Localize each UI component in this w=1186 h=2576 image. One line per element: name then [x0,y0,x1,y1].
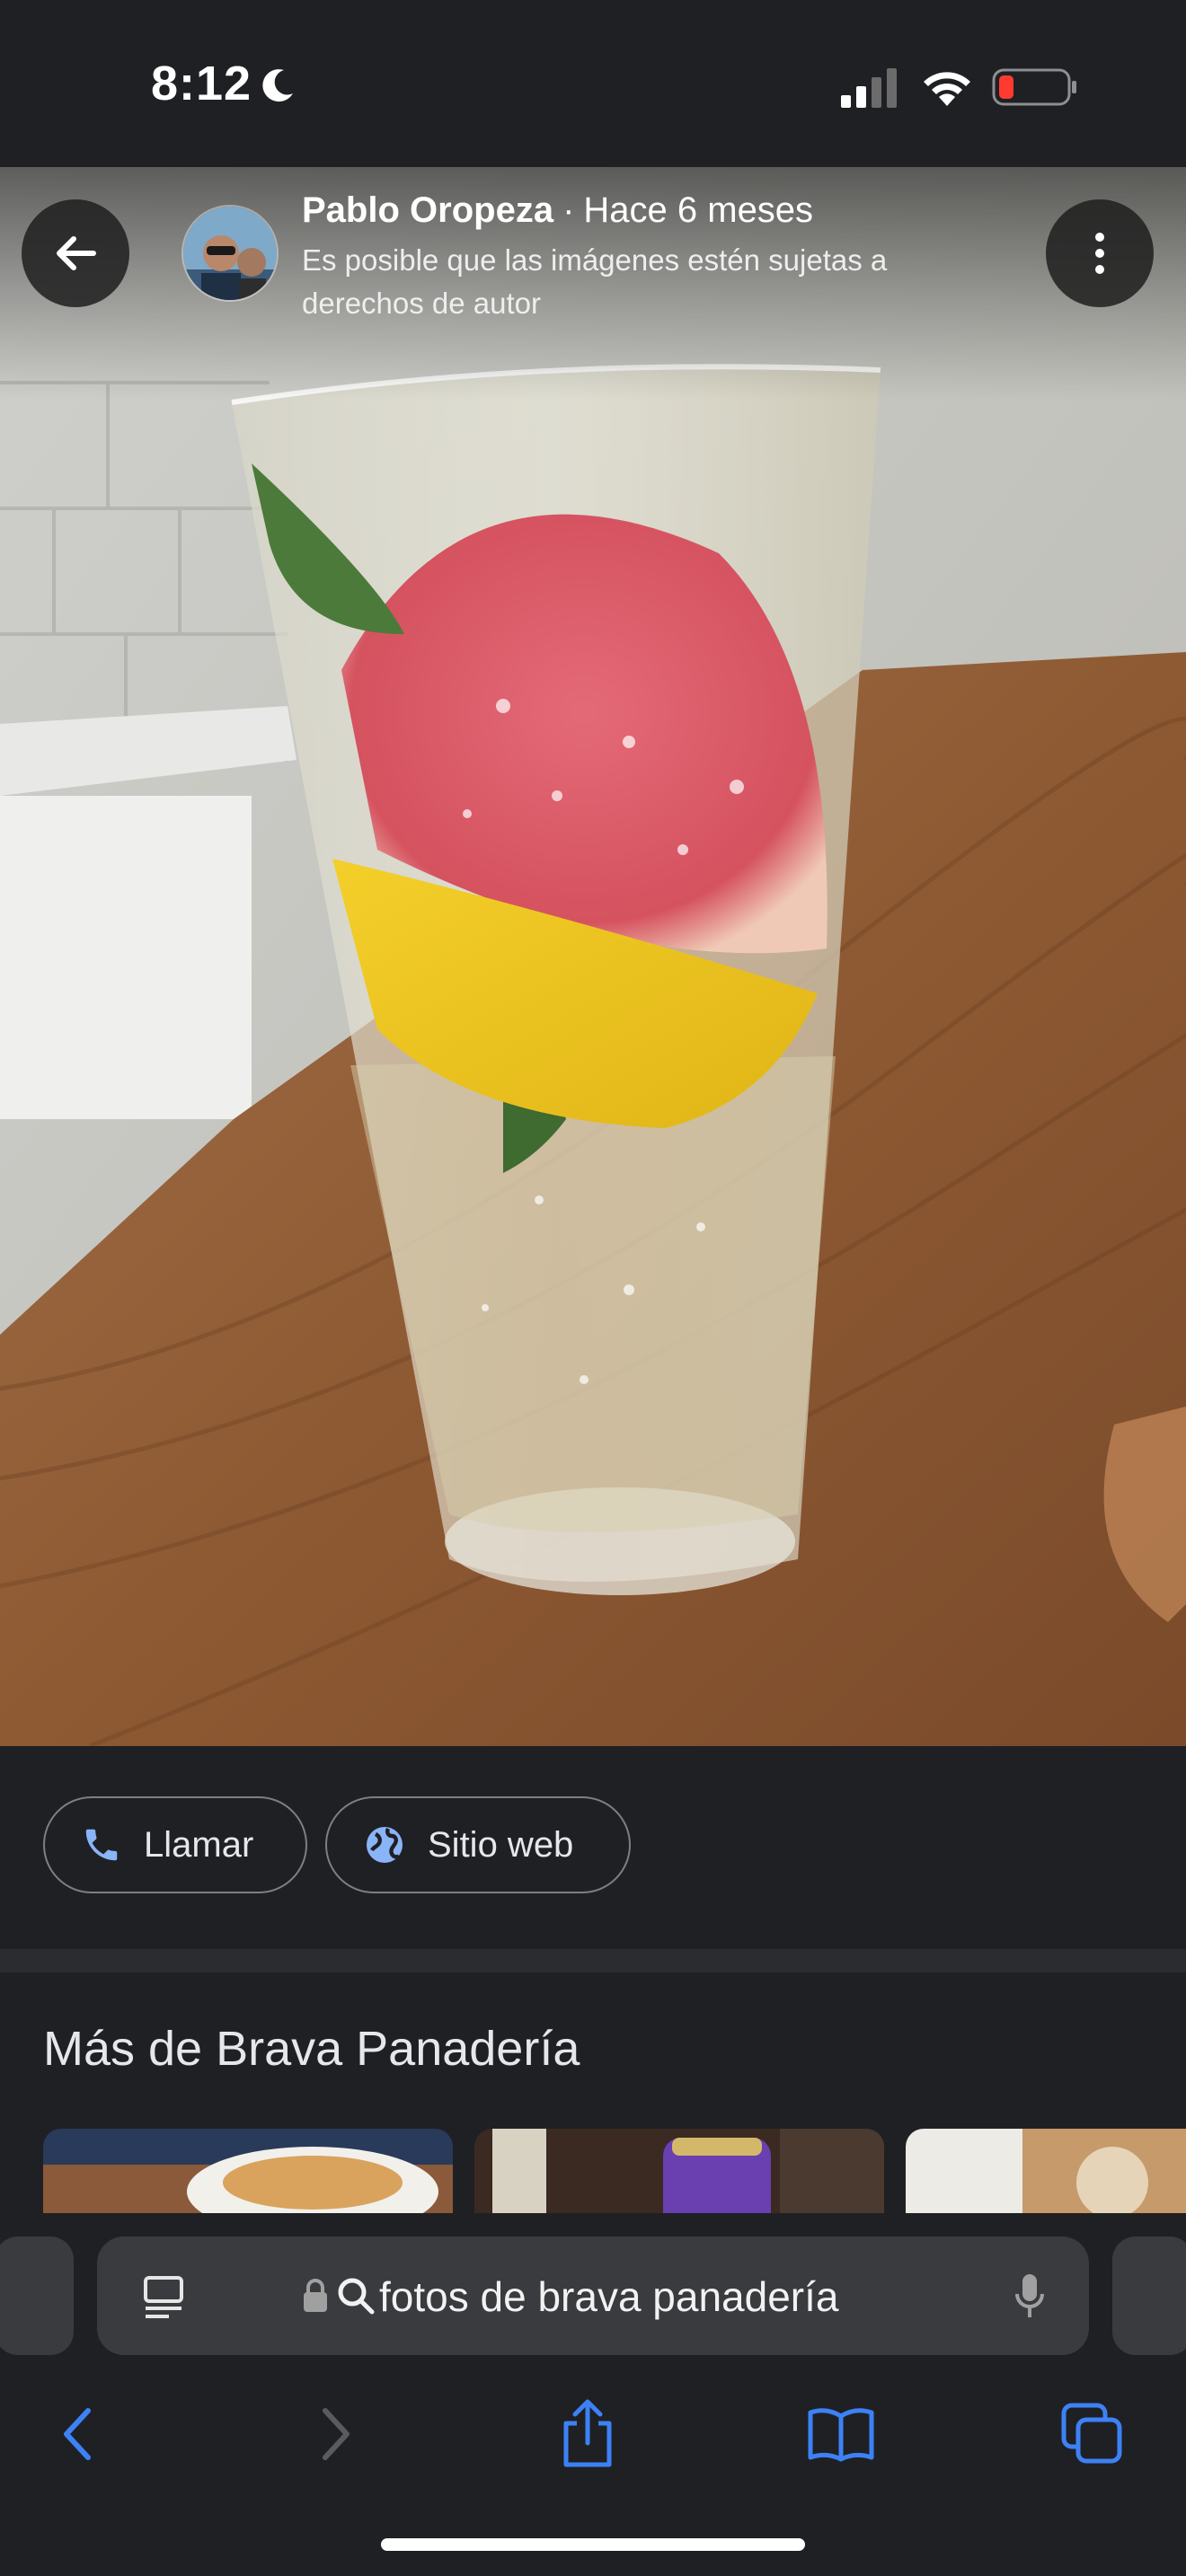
action-chips: Llamar Sitio web [0,1746,1186,1949]
browser-toolbar: fotos de brava panadería [0,2213,1186,2576]
home-indicator [381,2538,805,2551]
microphone-icon[interactable] [1013,2272,1046,2321]
thumbnail-image [906,2129,1186,2213]
status-bar: 8:12 [0,0,1186,167]
chevron-left-icon [64,2408,91,2460]
moon-icon [262,69,293,102]
back-button[interactable] [22,199,129,307]
tabs-button[interactable] [1057,2380,1128,2488]
thumbnail-image [43,2129,453,2213]
drink-photo [0,167,1186,1746]
share-button[interactable] [552,2380,624,2488]
copyright-notice: Es posible que las imágenes estén sujeta… [302,243,888,320]
arrow-left-icon [57,236,96,270]
website-button[interactable]: Sitio web [325,1796,631,1893]
time-ago: Hace 6 meses [583,190,814,230]
url-text: fotos de brava panadería [379,2273,839,2320]
thumbnail-image [474,2129,884,2213]
section-divider [0,1949,1186,1972]
author-line: Pablo Oropeza · Hace 6 meses [302,190,813,231]
cellular-signal-icon [841,68,897,108]
call-label: Llamar [144,1824,254,1865]
author-avatar[interactable] [181,205,279,302]
globe-icon [367,1827,403,1863]
previous-tab-preview[interactable] [0,2236,74,2355]
chevron-right-icon [323,2408,350,2460]
tabs-icon [1061,2403,1122,2464]
wifi-icon [924,72,970,106]
photo-viewer[interactable] [0,167,1186,1746]
lock-icon [304,2279,327,2312]
phone-icon [85,1829,118,1861]
photo-thumbnail[interactable] [906,2129,1186,2213]
search-icon [338,2278,375,2315]
more-vertical-icon [1095,233,1104,274]
call-button[interactable]: Llamar [43,1796,307,1893]
website-label: Sitio web [428,1824,574,1865]
more-photos-section: Más de Brava Panadería [0,1972,1186,2213]
photo-thumbnail[interactable] [43,2129,453,2213]
navigation-bar [0,2380,1186,2488]
avatar-image [183,207,277,300]
share-icon [563,2399,612,2467]
reader-mode-icon[interactable] [142,2274,185,2321]
battery-icon [992,68,1076,106]
status-time: 8:12 [151,57,252,110]
forward-nav-button[interactable] [300,2380,372,2488]
author-name[interactable]: Pablo Oropeza [302,190,553,230]
more-options-button[interactable] [1046,199,1154,307]
address-bar[interactable]: fotos de brava panadería [97,2236,1089,2355]
separator-dot: · [562,190,575,230]
book-icon [808,2408,874,2462]
bookmarks-button[interactable] [805,2380,877,2488]
back-nav-button[interactable] [41,2380,113,2488]
next-tab-preview[interactable] [1112,2236,1186,2355]
section-title: Más de Brava Panadería [43,2022,580,2076]
photo-thumbnail[interactable] [474,2129,884,2213]
